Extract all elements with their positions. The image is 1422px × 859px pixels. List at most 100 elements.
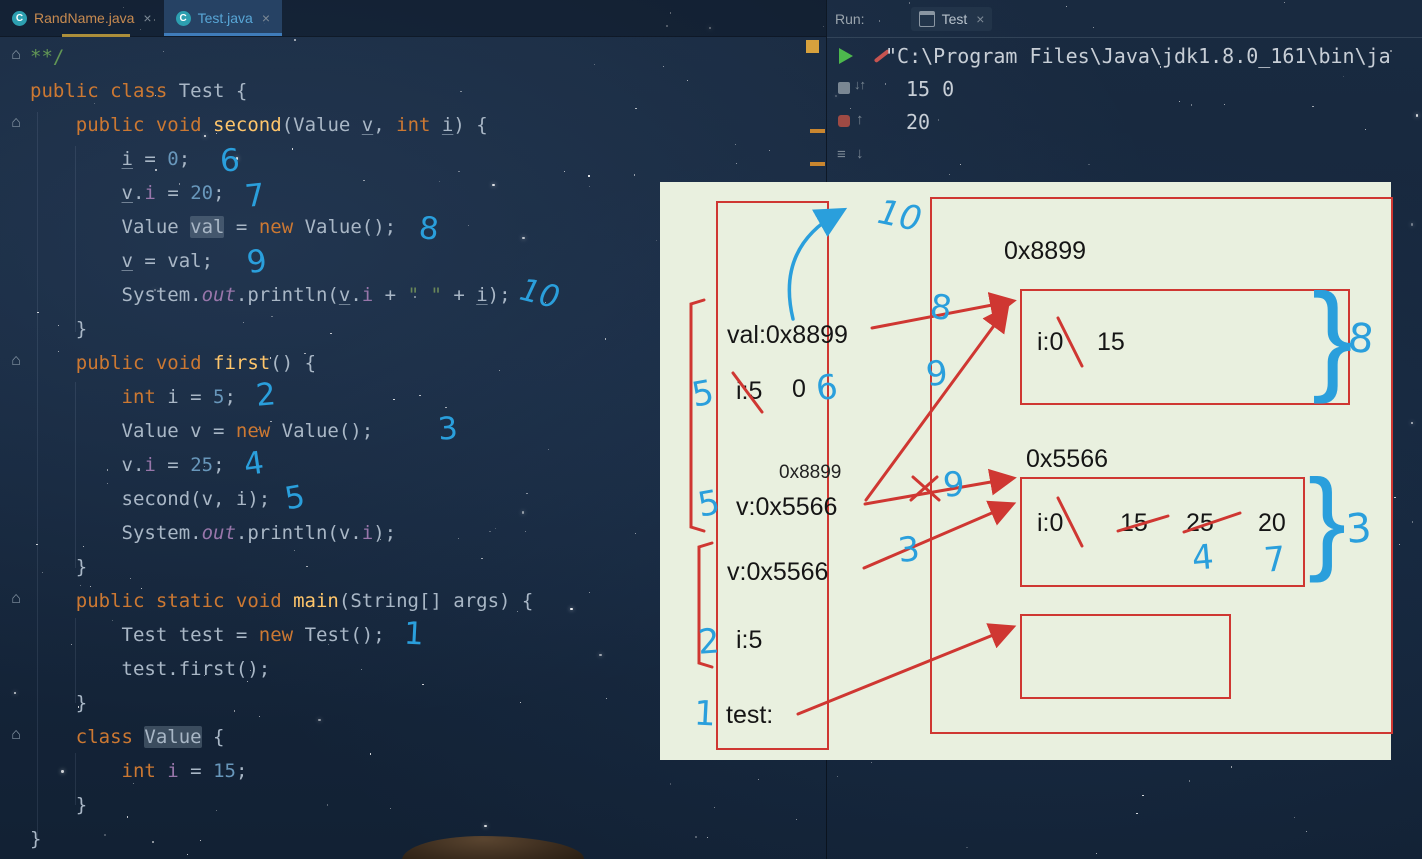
star — [663, 66, 664, 67]
code-line[interactable]: } — [30, 686, 533, 720]
code-token: v — [122, 182, 133, 204]
handwritten-step-number: 2 — [254, 376, 277, 414]
code-line[interactable]: } — [30, 788, 533, 822]
code-token: } — [30, 794, 87, 816]
code-line[interactable]: } — [30, 312, 533, 346]
file-status-marker — [806, 40, 819, 53]
code-token: ); — [488, 284, 511, 306]
object-b-value-20: 20 — [1258, 509, 1286, 538]
code-line[interactable]: test.first(); — [30, 652, 533, 686]
star — [606, 698, 607, 699]
handwritten-step-number: 3 — [896, 529, 922, 571]
stop-icon[interactable] — [838, 82, 850, 94]
code-token — [30, 250, 122, 272]
code-line[interactable]: v.i = 25; — [30, 448, 533, 482]
code-line[interactable]: public void second(Value v, int i) { — [30, 108, 533, 142]
fold-marker-icon[interactable]: ⌂ — [7, 46, 25, 64]
tab-modified-indicator — [62, 34, 130, 37]
code-line[interactable]: public void first() { — [30, 346, 533, 380]
stack-entry-i-new-value: 0 — [792, 375, 806, 404]
code-token: .println( — [236, 284, 339, 306]
handwritten-step-number: 7 — [243, 177, 266, 215]
code-line[interactable]: int i = 15; — [30, 754, 533, 788]
star — [564, 171, 565, 172]
stack-addr-note: 0x8899 — [779, 462, 841, 484]
code-token: new — [236, 420, 282, 442]
code-line[interactable]: v.i = 20; — [30, 176, 533, 210]
close-icon[interactable]: × — [976, 11, 984, 27]
code-token: + — [442, 284, 476, 306]
code-line[interactable]: } — [30, 822, 533, 856]
code-token — [30, 420, 122, 442]
code-token: Test(); — [305, 624, 385, 646]
code-line[interactable]: System.out.println(v.i); — [30, 516, 533, 550]
object-a-value: 15 — [1097, 328, 1125, 357]
code-token: i — [362, 284, 373, 306]
star — [687, 80, 688, 81]
fold-marker-icon[interactable]: ⌂ — [7, 590, 25, 608]
code-token: = — [156, 182, 190, 204]
code-token: ; — [236, 760, 247, 782]
code-token: = — [156, 454, 190, 476]
code-line[interactable]: } — [30, 550, 533, 584]
handwritten-step-number: 10 — [874, 192, 925, 240]
code-line[interactable]: public static void main(String[] args) { — [30, 584, 533, 618]
star — [796, 819, 797, 820]
code-line[interactable]: System.out.println(v.i + " " + i); — [30, 278, 533, 312]
code-token: , — [373, 114, 396, 136]
code-editor[interactable]: **/ public class Test { public void secon… — [30, 40, 533, 856]
rerun-icon[interactable] — [839, 48, 853, 64]
navigate-up-icon[interactable]: ↑ — [856, 111, 864, 128]
stack-entry-test: test: — [726, 701, 773, 730]
close-icon[interactable]: × — [262, 10, 270, 26]
fold-marker-icon[interactable]: ⌂ — [7, 726, 25, 744]
run-tab-test[interactable]: Test × — [911, 7, 993, 31]
star — [589, 186, 590, 187]
code-line[interactable]: v = val; — [30, 244, 533, 278]
code-token: = — [179, 760, 213, 782]
code-token — [30, 182, 122, 204]
heap-label-0x8899: 0x8899 — [1004, 237, 1086, 266]
code-token: public class — [30, 80, 179, 102]
run-label: Run: — [835, 11, 865, 27]
code-token: Value v = — [122, 420, 236, 442]
handwritten-step-number: 2 — [697, 621, 721, 662]
code-line[interactable]: Test test = new Test(); — [30, 618, 533, 652]
code-token: test.first(); — [122, 658, 271, 680]
stack-entry-i-first: i:5 — [736, 626, 762, 655]
close-icon[interactable]: × — [143, 10, 151, 26]
editor-tab-bar: C RandName.java × C Test.java × — [0, 0, 826, 37]
code-token: 0 — [167, 148, 178, 170]
code-line[interactable]: **/ — [30, 40, 533, 74]
code-line[interactable]: i = 0; — [30, 142, 533, 176]
star — [14, 692, 16, 694]
code-token: out — [202, 284, 236, 306]
code-token: first — [213, 352, 270, 374]
dump-icon[interactable] — [838, 115, 850, 127]
code-token — [30, 148, 122, 170]
tab-randname-java[interactable]: C RandName.java × — [0, 0, 164, 36]
star — [635, 108, 636, 109]
console-output[interactable]: "C:\Program Files\Java\jdk1.8.0_161\bin\… — [885, 40, 1422, 139]
fold-marker-icon[interactable]: ⌂ — [7, 352, 25, 370]
code-line[interactable]: int i = 5; — [30, 380, 533, 414]
console-menu-icon[interactable]: ≡ — [837, 146, 846, 163]
code-token: class — [76, 726, 145, 748]
code-token — [30, 352, 76, 374]
tab-test-java[interactable]: C Test.java × — [164, 0, 282, 36]
code-token: new — [259, 624, 305, 646]
code-token: public void — [76, 352, 213, 374]
code-token: ; — [213, 454, 224, 476]
change-marker — [810, 162, 825, 166]
handwritten-step-number: 4 — [1190, 537, 1215, 579]
fold-marker-icon[interactable]: ⌂ — [7, 114, 25, 132]
code-line[interactable]: class Value { — [30, 720, 533, 754]
code-line[interactable]: public class Test { — [30, 74, 533, 108]
stack-entry-v: v:0x5566 — [736, 493, 837, 522]
navigate-down-icon[interactable]: ↓ — [856, 145, 864, 162]
code-line[interactable]: second(v, i); — [30, 482, 533, 516]
code-line[interactable]: Value val = new Value(); — [30, 210, 533, 244]
sort-console-icon[interactable]: ↓↑ — [854, 77, 865, 92]
code-token: System. — [122, 522, 202, 544]
code-token: int — [122, 760, 168, 782]
